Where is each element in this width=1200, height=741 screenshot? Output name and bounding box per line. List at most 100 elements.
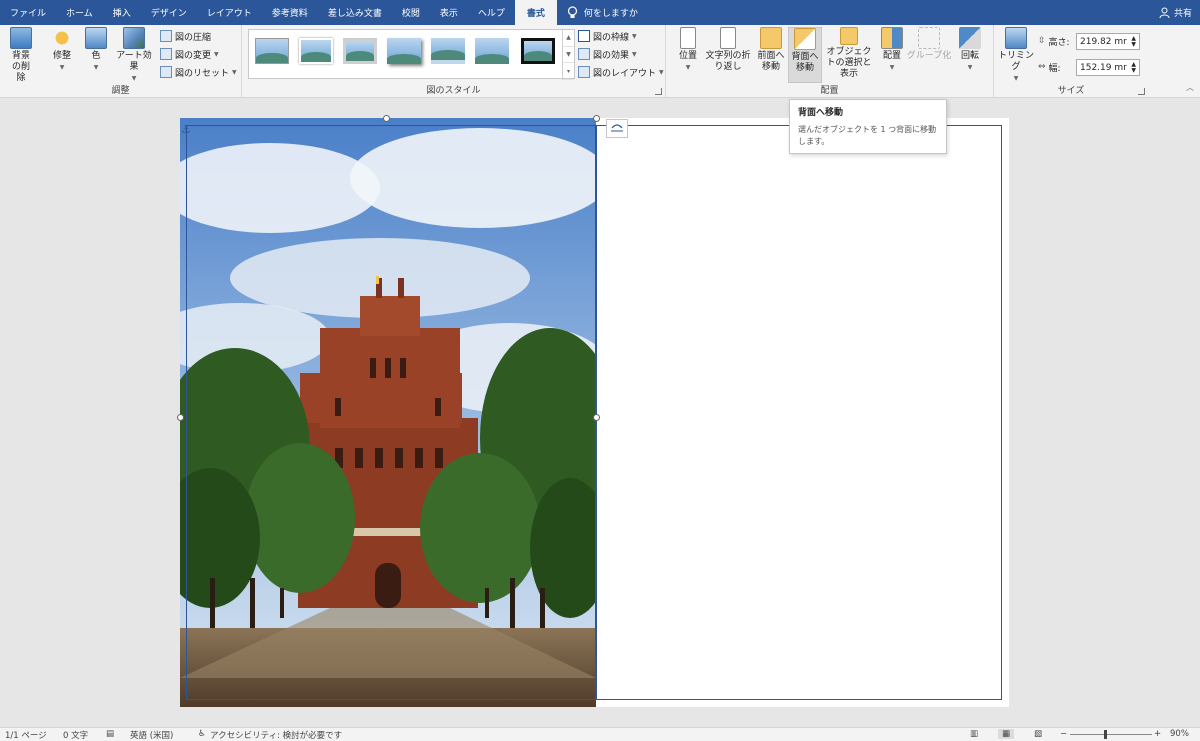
dialog-launcher-icon[interactable] [1138, 88, 1145, 95]
compress-pictures-button[interactable]: 図の圧縮 [160, 28, 211, 44]
selection-pane-icon [840, 27, 858, 45]
selection-pane-button[interactable]: オブジェクトの選択と表示 [822, 27, 876, 80]
web-layout-icon[interactable]: ▧ [1034, 729, 1042, 739]
group-picture-styles: ▲ ▼ ▾ 図の枠線 ▼ 図の効果 ▼ 図のレイアウト ▼ 図のスタイル [242, 25, 666, 98]
collapse-ribbon-icon[interactable]: ︿ [1186, 82, 1194, 93]
style-thumbnail[interactable] [255, 38, 289, 64]
tab-insert[interactable]: 挿入 [103, 0, 141, 25]
wrap-text-button[interactable]: 文字列の折り返し [704, 27, 752, 73]
layout-options-icon [611, 124, 623, 132]
tooltip-body: 選んだオブジェクトを 1 つ背面に移動します。 [798, 125, 937, 146]
tell-me-box[interactable]: 何をしますか [567, 0, 638, 25]
chevron-down-icon: ▼ [967, 64, 973, 71]
tab-help[interactable]: ヘルプ [468, 0, 515, 25]
tooltip-title: 背面へ移動 [798, 108, 844, 118]
crop-button[interactable]: トリミング ▼ [998, 27, 1034, 84]
chevron-down-icon: ▼ [685, 64, 691, 71]
group-objects-button[interactable]: グループ化 [906, 27, 952, 62]
print-layout-icon[interactable]: ▦ [998, 729, 1015, 739]
send-backward-label: 背面へ移動 [791, 52, 819, 73]
tell-me-label: 何をしますか [583, 9, 638, 19]
resize-handle[interactable] [593, 115, 600, 122]
page-count[interactable]: 1/1 ページ [5, 729, 47, 741]
spinner-icon[interactable]: ▲ ▼ [1131, 35, 1136, 48]
position-icon [680, 27, 696, 49]
resize-handle[interactable] [177, 414, 184, 421]
change-picture-button[interactable]: 図の変更 ▼ [160, 46, 219, 62]
width-label-group: ⇔ 幅: [1038, 59, 1061, 75]
tab-file[interactable]: ファイル [0, 0, 56, 25]
zoom-slider[interactable] [1070, 734, 1152, 735]
zoom-level[interactable]: 90% [1170, 729, 1189, 739]
zoom-out-icon[interactable]: − [1060, 729, 1067, 739]
style-thumbnail[interactable] [521, 38, 555, 64]
corrections-button[interactable]: 修整 ▼ [46, 27, 78, 73]
layout-options-button[interactable] [606, 119, 628, 138]
picture-layout-button[interactable]: 図のレイアウト ▼ [578, 64, 664, 80]
zoom-in-icon[interactable]: + [1154, 729, 1161, 739]
rotate-button[interactable]: 回転 ▼ [954, 27, 986, 73]
artistic-effects-button[interactable]: アート効果 ▼ [112, 27, 156, 84]
tab-home[interactable]: ホーム [56, 0, 103, 25]
style-thumbnail[interactable] [299, 38, 333, 64]
style-thumbnail[interactable] [343, 38, 377, 64]
tab-design[interactable]: デザイン [141, 0, 197, 25]
spinner-icon[interactable]: ▲ ▼ [1131, 61, 1136, 74]
tab-view[interactable]: 表示 [430, 0, 468, 25]
style-thumbnail[interactable] [431, 38, 465, 64]
width-input[interactable]: 152.19 mr ▲ ▼ [1076, 59, 1140, 76]
share-button[interactable]: 共有 [1159, 0, 1192, 25]
rotate-icon [959, 27, 981, 49]
chevron-up-icon[interactable]: ▲ [563, 30, 574, 47]
share-label: 共有 [1173, 9, 1192, 19]
send-backward-button[interactable]: 背面へ移動 [788, 27, 822, 83]
tab-layout[interactable]: レイアウト [197, 0, 262, 25]
zoom-slider-thumb[interactable] [1104, 730, 1107, 739]
resize-handle[interactable] [593, 414, 600, 421]
color-button[interactable]: 色 ▼ [82, 27, 110, 73]
language-indicator[interactable]: 英語 (米国) [130, 729, 173, 741]
height-input[interactable]: 219.82 mr ▲ ▼ [1076, 33, 1140, 50]
artistic-effects-icon [123, 27, 145, 49]
reset-picture-icon [160, 66, 172, 78]
style-thumbnail[interactable] [475, 38, 509, 64]
ribbon: 背景の削除 修整 ▼ 色 ▼ アート効果 ▼ 図の圧縮 図の変更 ▼ 図のリセッ… [0, 25, 1200, 98]
align-icon [881, 27, 903, 49]
gallery-scroll[interactable]: ▲ ▼ ▾ [562, 30, 574, 81]
dialog-launcher-icon[interactable] [655, 88, 662, 95]
height-value: 219.82 mr [1080, 36, 1127, 47]
proofing-icon[interactable]: ▤ [106, 729, 114, 739]
tab-mailings[interactable]: 差し込み文書 [318, 0, 392, 25]
picture-effects-button[interactable]: 図の効果 ▼ [578, 46, 637, 62]
crop-label: トリミング [998, 51, 1035, 72]
accessibility-status[interactable]: アクセシビリティ: 検討が必要です [210, 729, 342, 741]
group-icon [918, 27, 940, 49]
group-adjust: 背景の削除 修整 ▼ 色 ▼ アート効果 ▼ 図の圧縮 図の変更 ▼ 図のリセッ… [0, 25, 242, 98]
align-button[interactable]: 配置 ▼ [878, 27, 906, 73]
send-backward-icon [794, 28, 816, 50]
style-thumbnail[interactable] [387, 38, 421, 64]
read-mode-icon[interactable]: ▥ [970, 729, 978, 739]
width-icon: ⇔ [1038, 62, 1046, 72]
color-icon [85, 27, 107, 49]
selection-pane-label: オブジェクトの選択と表示 [826, 47, 872, 79]
width-label: 幅: [1048, 63, 1061, 74]
artistic-effects-label: アート効果 [116, 51, 152, 72]
tab-review[interactable]: 校閲 [392, 0, 430, 25]
chevron-down-icon: ▼ [632, 32, 637, 40]
bring-forward-button[interactable]: 前面へ移動 [754, 27, 788, 73]
align-label: 配置 [882, 51, 901, 61]
picture-border-button[interactable]: 図の枠線 ▼ [578, 28, 637, 44]
chevron-down-icon[interactable]: ▼ [563, 47, 574, 64]
more-icon[interactable]: ▾ [563, 63, 574, 81]
position-label: 位置 [678, 51, 697, 61]
resize-handle[interactable] [383, 115, 390, 122]
chevron-down-icon: ▼ [214, 50, 219, 58]
reset-picture-button[interactable]: 図のリセット ▼ [160, 64, 237, 80]
remove-background-button[interactable]: 背景の削除 [4, 27, 38, 84]
position-button[interactable]: 位置 ▼ [672, 27, 704, 73]
text-box[interactable] [596, 125, 1002, 700]
word-count[interactable]: 0 文字 [63, 729, 88, 741]
tab-format[interactable]: 書式 [514, 0, 557, 25]
tab-references[interactable]: 参考資料 [262, 0, 318, 25]
